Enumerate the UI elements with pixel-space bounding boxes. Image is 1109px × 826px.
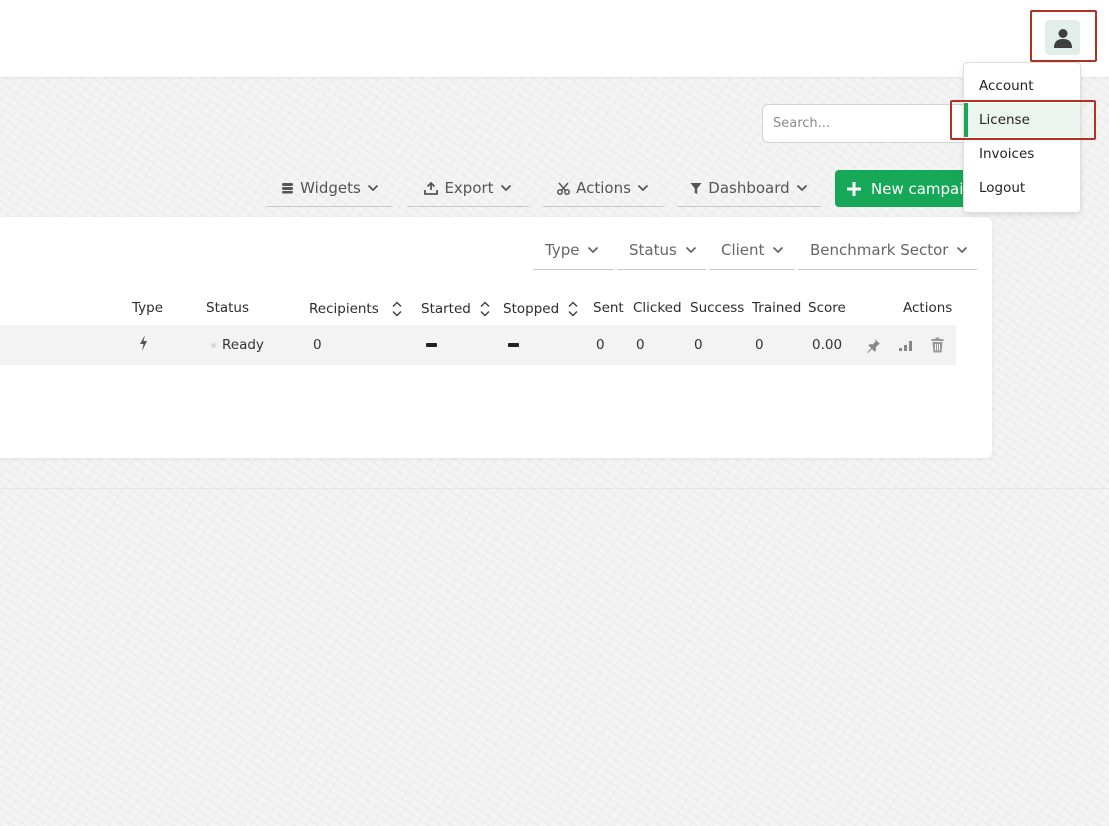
- export-label: Export: [444, 179, 494, 197]
- column-header-recipients[interactable]: Recipients: [309, 300, 404, 318]
- layers-icon: [282, 183, 294, 194]
- column-header-clicked: Clicked: [633, 300, 682, 316]
- chevron-down-icon: [685, 246, 696, 253]
- column-header-started[interactable]: Started: [421, 300, 492, 318]
- trained-cell: 0: [755, 337, 764, 353]
- chevron-down-icon: [796, 184, 807, 192]
- menu-item-label: Invoices: [979, 146, 1035, 162]
- status-filter[interactable]: Status: [617, 230, 706, 270]
- client-filter-label: Client: [721, 240, 765, 259]
- menu-item-label: Logout: [979, 180, 1026, 196]
- dashboard-filter-button[interactable]: Dashboard: [677, 170, 821, 207]
- client-filter[interactable]: Client: [709, 230, 795, 270]
- column-label: Stopped: [503, 301, 560, 317]
- pin-icon[interactable]: [866, 338, 881, 353]
- column-header-score: Score: [808, 300, 846, 316]
- column-label: Started: [421, 301, 471, 317]
- menu-item-invoices[interactable]: Invoices: [964, 137, 1080, 171]
- benchmark-sector-filter-label: Benchmark Sector: [810, 240, 949, 259]
- column-label: Sent: [593, 300, 624, 316]
- column-label: Clicked: [633, 300, 682, 316]
- chevron-down-icon: [500, 184, 511, 192]
- lightning-icon: [140, 335, 147, 351]
- upload-icon: [424, 181, 439, 195]
- menu-item-label: Account: [979, 78, 1034, 94]
- stopped-cell: [508, 343, 519, 347]
- column-label: Status: [206, 300, 250, 316]
- chevron-down-icon: [588, 246, 599, 253]
- column-header-trained: Trained: [752, 300, 801, 316]
- widgets-button[interactable]: Widgets: [267, 170, 393, 207]
- column-header-sent: Sent: [593, 300, 624, 316]
- benchmark-sector-filter[interactable]: Benchmark Sector: [798, 230, 977, 270]
- sort-icon[interactable]: [390, 300, 404, 318]
- column-label: Type: [132, 300, 164, 316]
- column-label: Success: [690, 300, 745, 316]
- column-header-success: Success: [690, 300, 744, 316]
- menu-item-account[interactable]: Account: [964, 69, 1080, 103]
- menu-item-license[interactable]: License: [964, 103, 1080, 137]
- sort-icon[interactable]: [478, 300, 492, 318]
- type-filter-label: Type: [545, 240, 580, 259]
- column-label: Recipients: [309, 301, 379, 317]
- chevron-down-icon: [957, 246, 968, 253]
- column-header-actions: Actions: [903, 300, 952, 316]
- chevron-down-icon: [773, 246, 784, 253]
- user-menu-button[interactable]: [1045, 20, 1080, 55]
- scissors-icon: [557, 182, 571, 195]
- actions-button[interactable]: Actions: [543, 170, 663, 207]
- recipients-cell: 0: [313, 337, 322, 353]
- column-label: Actions: [903, 300, 953, 316]
- divider: [0, 488, 1109, 489]
- success-cell: 0: [694, 337, 703, 353]
- menu-item-logout[interactable]: Logout: [964, 171, 1080, 205]
- trash-icon[interactable]: [931, 337, 944, 353]
- status-filter-label: Status: [629, 240, 677, 259]
- user-icon: [1053, 28, 1072, 48]
- column-header-stopped[interactable]: Stopped: [503, 300, 580, 318]
- column-header-type: Type: [132, 300, 163, 316]
- search-input[interactable]: [762, 104, 972, 143]
- widgets-label: Widgets: [300, 179, 361, 197]
- menu-item-label: License: [979, 112, 1030, 128]
- type-filter[interactable]: Type: [533, 230, 614, 270]
- chevron-down-icon: [637, 184, 649, 192]
- column-label: Score: [808, 300, 846, 316]
- sent-cell: 0: [596, 337, 605, 353]
- actions-label: Actions: [576, 179, 631, 197]
- score-cell: 0.00: [812, 337, 843, 353]
- column-header-status: Status: [206, 300, 249, 316]
- column-label: Trained: [752, 300, 802, 316]
- sort-icon[interactable]: [566, 300, 580, 318]
- clicked-cell: 0: [636, 337, 645, 353]
- filter-icon: [690, 182, 702, 194]
- top-header: [0, 0, 1109, 77]
- chevron-down-icon: [367, 184, 378, 192]
- status-cell: Ready: [222, 337, 264, 353]
- stats-icon[interactable]: [898, 338, 913, 352]
- user-dropdown-menu: Account License Invoices Logout: [963, 62, 1081, 213]
- export-button[interactable]: Export: [407, 170, 529, 207]
- started-cell: [426, 343, 437, 347]
- status-dot: [211, 343, 216, 348]
- plus-icon: [847, 181, 861, 196]
- dashboard-label: Dashboard: [708, 179, 790, 197]
